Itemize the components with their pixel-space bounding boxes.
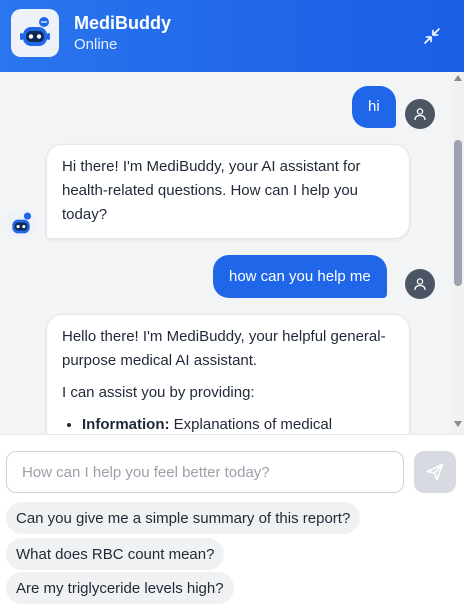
scroll-down-arrow-icon[interactable] <box>454 421 462 427</box>
bot-message: Hi there! I'm MediBuddy, your AI assista… <box>46 144 410 239</box>
user-message: how can you help me <box>213 255 387 298</box>
composer: Can you give me a simple summary of this… <box>0 434 464 616</box>
message-text: hi <box>368 98 380 115</box>
chat-scrollbar[interactable] <box>452 72 464 434</box>
user-avatar <box>405 99 435 129</box>
scroll-up-arrow-icon[interactable] <box>454 75 462 81</box>
suggestion-label: What does RBC count mean? <box>16 545 215 563</box>
message-paragraph: Hello there! I'm MediBuddy, your helpful… <box>62 328 386 369</box>
message-paragraph: I can assist you by providing: <box>62 384 255 401</box>
scroll-thumb[interactable] <box>454 140 462 286</box>
bot-message: Hello there! I'm MediBuddy, your helpful… <box>46 314 410 434</box>
message-text: Hi there! I'm MediBuddy, your AI assista… <box>62 158 361 223</box>
chat-header: MediBuddy Online <box>0 0 464 72</box>
list-item-title: Information: <box>82 416 170 433</box>
app-title: MediBuddy <box>74 13 171 33</box>
suggestion-chip[interactable]: Are my triglyceride levels high? <box>6 572 234 604</box>
chat-messages[interactable]: hi Hi there! I'm MediBuddy, your AI assi… <box>0 72 464 434</box>
chat-input[interactable] <box>6 451 404 493</box>
suggestion-chip[interactable]: What does RBC count mean? <box>6 538 225 570</box>
user-icon <box>414 108 426 121</box>
minimize-button[interactable] <box>418 22 446 50</box>
robot-icon <box>11 9 59 57</box>
status-text: Online <box>74 36 118 53</box>
suggestion-label: Can you give me a simple summary of this… <box>16 509 351 527</box>
bot-avatar <box>6 209 36 239</box>
message-text: how can you help me <box>229 267 371 285</box>
send-icon <box>426 463 444 481</box>
user-message: hi <box>352 86 396 128</box>
suggestion-label: Are my triglyceride levels high? <box>16 579 224 597</box>
suggestion-chip[interactable]: Can you give me a simple summary of this… <box>6 502 361 534</box>
send-button[interactable] <box>414 451 456 493</box>
minimize-arrows-icon <box>424 28 440 44</box>
message-list: Information: Explanations of medical <box>62 413 394 434</box>
robot-icon <box>12 212 32 234</box>
list-item: Information: Explanations of medical <box>82 413 394 434</box>
user-icon <box>414 278 426 291</box>
user-avatar <box>405 269 435 299</box>
list-item-text: Explanations of medical <box>173 416 333 433</box>
